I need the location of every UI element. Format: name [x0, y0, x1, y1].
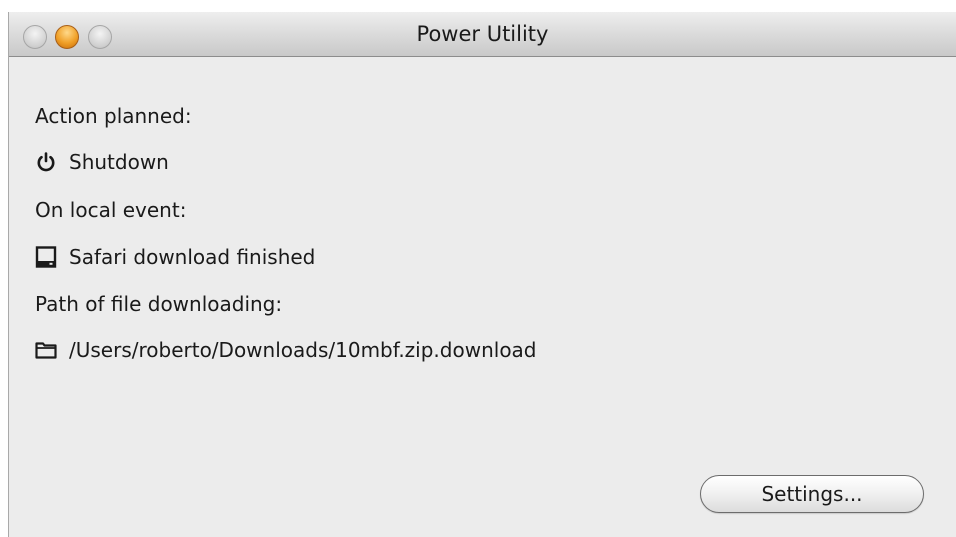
action-planned-label: Action planned: — [35, 104, 192, 128]
title-bar[interactable]: Power Utility — [9, 12, 956, 57]
settings-button[interactable]: Settings... — [700, 475, 924, 513]
action-planned-value: Shutdown — [69, 150, 169, 174]
local-event-row: Safari download finished — [35, 245, 315, 269]
window-title: Power Utility — [416, 22, 549, 46]
folder-icon — [35, 339, 57, 361]
path-label: Path of file downloading: — [35, 292, 283, 316]
path-row: /Users/roberto/Downloads/10mbf.zip.downl… — [35, 338, 537, 362]
disk-icon — [35, 246, 57, 268]
action-planned-row: Shutdown — [35, 150, 169, 174]
window-content: Action planned: Shutdown On local event:… — [9, 57, 956, 537]
power-icon — [35, 151, 57, 173]
power-utility-window: Power Utility Action planned: Shutdown O… — [8, 12, 956, 537]
path-value: /Users/roberto/Downloads/10mbf.zip.downl… — [69, 338, 537, 362]
local-event-label: On local event: — [35, 198, 187, 222]
local-event-value: Safari download finished — [69, 245, 316, 269]
